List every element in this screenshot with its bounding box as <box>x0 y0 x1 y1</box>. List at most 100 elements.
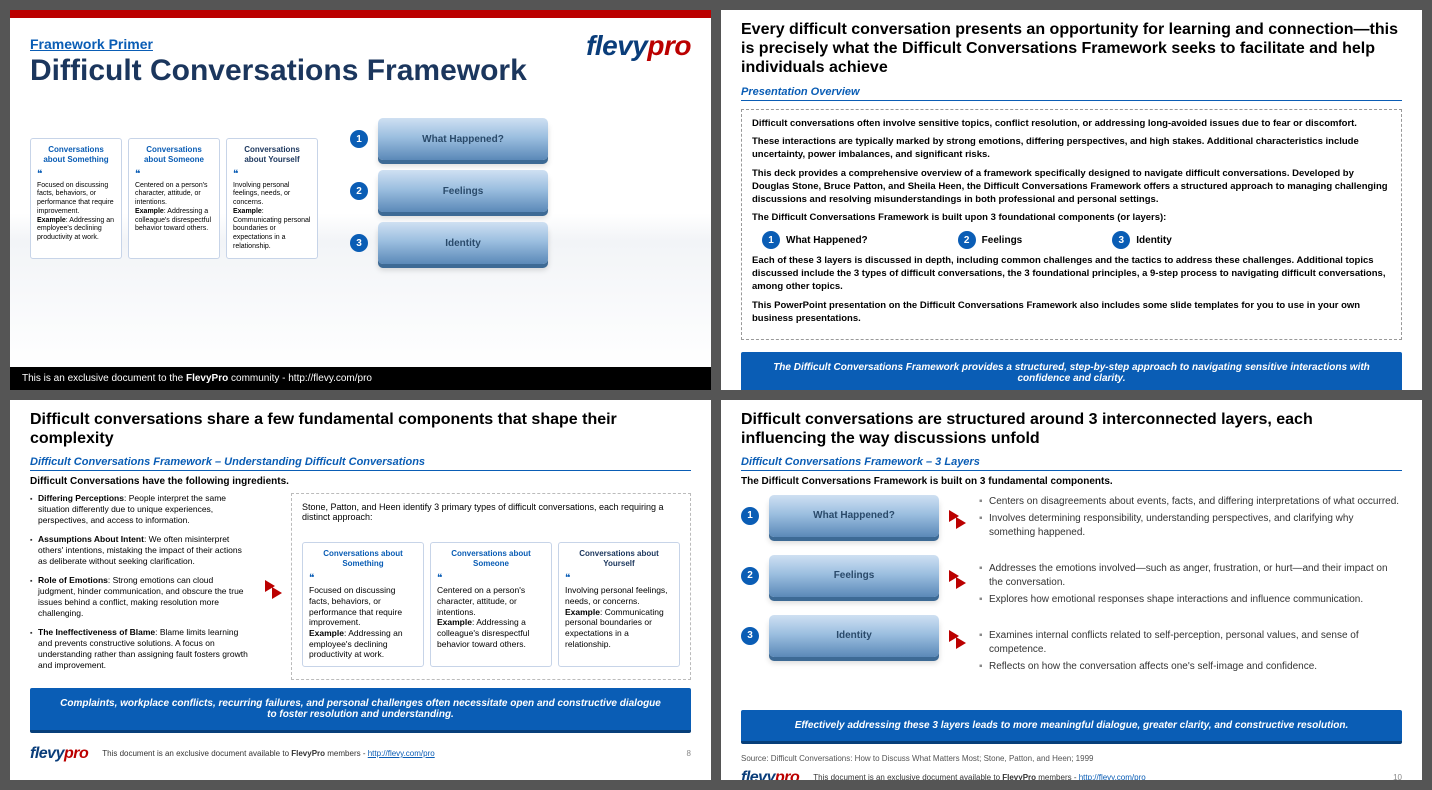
double-arrow-icon <box>949 510 959 522</box>
overview-box: Difficult conversations often involve se… <box>741 109 1402 341</box>
types-intro: Stone, Patton, and Heen identify 3 prima… <box>302 502 680 522</box>
overview-p1: Difficult conversations often involve se… <box>752 118 1391 131</box>
footer-link[interactable]: http://flevy.com/pro <box>1079 773 1146 780</box>
source-citation: Source: Difficult Conversations: How to … <box>721 752 1422 765</box>
slide-footer: flevypro This document is an exclusive d… <box>721 765 1422 780</box>
list-item: Role of Emotions: Strong emotions can cl… <box>30 575 249 619</box>
section-label: Difficult Conversations Framework – 3 La… <box>741 454 1402 471</box>
layer-identity: Identity <box>378 222 548 264</box>
card-someone: Conversations about Someone ❝ Centered o… <box>128 138 220 259</box>
desc-item: Addresses the emotions involved—such as … <box>979 562 1402 590</box>
pill-num: 3 <box>1112 231 1130 249</box>
layer-number-2: 2 <box>350 182 368 200</box>
key-callout: The Difficult Conversations Framework pr… <box>741 352 1402 390</box>
card-yourself: Conversations about Yourself ❝ Involving… <box>226 138 318 259</box>
layer-number-3: 3 <box>741 627 759 645</box>
pill-label: Feelings <box>982 234 1023 248</box>
list-item: Differing Perceptions: People interpret … <box>30 493 249 526</box>
layer-number-1: 1 <box>741 507 759 525</box>
layer-number-2: 2 <box>741 567 759 585</box>
footer-bold: FlevyPro <box>186 373 228 384</box>
card-something: Conversations about Something ❝ Focused … <box>302 542 424 667</box>
double-arrow-icon <box>949 630 959 642</box>
slide-heading: Difficult conversations are structured a… <box>721 400 1422 454</box>
double-arrow-icon <box>265 580 275 592</box>
layer-stack: 1What Happened? 2Feelings 3Identity <box>350 118 548 264</box>
card-something: Conversations about Something ❝ Focused … <box>30 138 122 259</box>
desc-item: Examines internal conflicts related to s… <box>979 629 1402 657</box>
footer-link[interactable]: http://flevy.com/pro <box>368 749 435 758</box>
pill-what-happened: 1What Happened? <box>762 231 868 249</box>
card-body: Involving personal feelings, needs, or c… <box>565 585 673 606</box>
desc-group-2: Addresses the emotions involved—such as … <box>979 562 1402 607</box>
quote-icon: ❝ <box>135 169 140 180</box>
card-body: Centered on a person's character, attitu… <box>437 585 545 617</box>
exclusive-footer-strip: This is an exclusive document to the Fle… <box>10 367 711 390</box>
card-title: Conversations about Something <box>37 145 115 165</box>
card-title: Conversations about Someone <box>437 549 545 569</box>
overview-p5: Each of these 3 layers is discussed in d… <box>752 255 1391 293</box>
flevypro-logo: flevypro <box>30 745 88 763</box>
card-example: Example: Communicating personal boundari… <box>565 607 673 650</box>
intro-text: The Difficult Conversations Framework is… <box>741 476 1113 487</box>
quote-icon: ❝ <box>233 169 238 180</box>
layer-what-happened: What Happened? <box>378 118 548 160</box>
intro-text: Difficult Conversations have the followi… <box>30 476 289 487</box>
red-accent-bar <box>10 10 711 18</box>
key-callout: Effectively addressing these 3 layers le… <box>741 710 1402 744</box>
slide-1: flevypro Framework Primer Difficult Conv… <box>10 10 711 390</box>
footer-note: This document is an exclusive document a… <box>813 773 1145 780</box>
card-body: Focused on discussing facts, behaviors, … <box>309 585 417 628</box>
layer-number-1: 1 <box>350 130 368 148</box>
card-example: Example: Addressing an employee's declin… <box>37 217 115 243</box>
slide-4: Difficult conversations are structured a… <box>721 400 1422 780</box>
layer-identity: Identity <box>769 615 939 657</box>
layer-what-happened: What Happened? <box>769 495 939 537</box>
card-title: Conversations about Yourself <box>565 549 673 569</box>
layer-descriptions: Centers on disagreements about events, f… <box>979 495 1402 696</box>
flevypro-logo: flevypro <box>586 30 691 62</box>
card-title: Conversations about Someone <box>135 145 213 165</box>
desc-group-3: Examines internal conflicts related to s… <box>979 629 1402 674</box>
types-box: Stone, Patton, and Heen identify 3 prima… <box>291 493 691 680</box>
flevypro-logo: flevypro <box>741 769 799 780</box>
pill-label: What Happened? <box>786 234 868 248</box>
slide-heading: Difficult conversations share a few fund… <box>10 400 711 454</box>
slide-3: Difficult conversations share a few fund… <box>10 400 711 780</box>
components-pill-row: 1What Happened? 2Feelings 3Identity <box>762 231 1391 249</box>
card-yourself: Conversations about Yourself ❝ Involving… <box>558 542 680 667</box>
slide-2: Every difficult conversation presents an… <box>721 10 1422 390</box>
card-example: Example: Addressing an employee's declin… <box>309 628 417 660</box>
layer-feelings: Feelings <box>769 555 939 597</box>
ingredients-list: Differing Perceptions: People interpret … <box>30 493 249 680</box>
key-callout: Complaints, workplace conflicts, recurri… <box>30 688 691 733</box>
list-item: Assumptions About Intent: We often misin… <box>30 534 249 567</box>
overview-p6: This PowerPoint presentation on the Diff… <box>752 300 1391 326</box>
card-example: Example: Addressing a colleague's disres… <box>135 208 213 234</box>
pill-identity: 3 Identity <box>1112 231 1172 249</box>
desc-group-1: Centers on disagreements about events, f… <box>979 495 1402 540</box>
pill-label: Identity <box>1136 234 1172 248</box>
quote-icon: ❝ <box>565 573 570 584</box>
double-arrow-icon <box>949 570 959 582</box>
desc-item: Reflects on how the conversation affects… <box>979 660 1402 674</box>
card-title: Conversations about Yourself <box>233 145 311 165</box>
card-example: Example: Communicating personal boundari… <box>233 208 311 252</box>
card-someone: Conversations about Someone ❝ Centered o… <box>430 542 552 667</box>
overview-p3: This deck provides a comprehensive overv… <box>752 168 1391 206</box>
desc-item: Explores how emotional responses shape i… <box>979 593 1402 607</box>
desc-item: Involves determining responsibility, und… <box>979 512 1402 540</box>
layer-feelings: Feelings <box>378 170 548 212</box>
quote-icon: ❝ <box>437 573 442 584</box>
overview-p2: These interactions are typically marked … <box>752 136 1391 162</box>
card-body: Centered on a person's character, attitu… <box>135 182 213 208</box>
page-number: 10 <box>1393 773 1402 780</box>
footer-text: This is an exclusive document to the <box>22 373 186 384</box>
logo-part-1: flevy <box>586 30 647 61</box>
desc-item: Centers on disagreements about events, f… <box>979 495 1402 509</box>
card-example: Example: Addressing a colleague's disres… <box>437 617 545 649</box>
page-number: 8 <box>687 749 691 758</box>
section-label: Difficult Conversations Framework – Unde… <box>30 454 691 471</box>
quote-icon: ❝ <box>37 169 42 180</box>
footer-note: This document is an exclusive document a… <box>102 749 434 758</box>
